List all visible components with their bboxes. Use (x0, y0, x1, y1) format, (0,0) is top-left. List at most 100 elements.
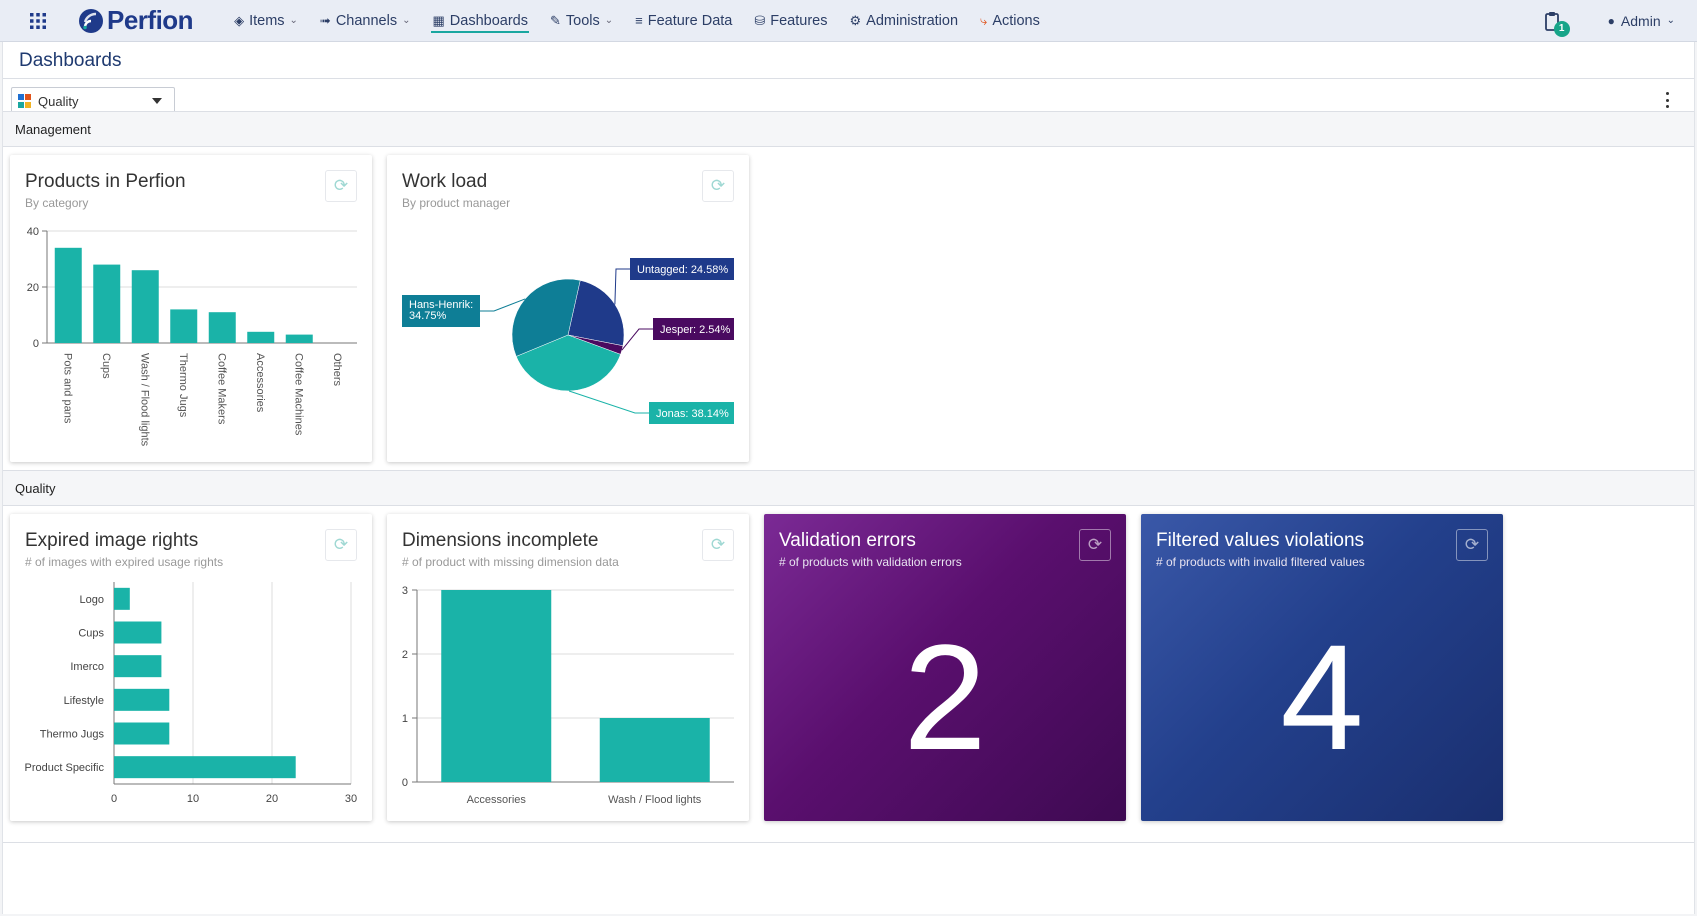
bar (114, 756, 296, 779)
perfion-logo-icon (79, 8, 103, 33)
y-tick-label: 20 (27, 282, 39, 294)
nav-feature-data-label: Feature Data (647, 12, 733, 29)
bar (131, 270, 159, 343)
bar (599, 718, 710, 782)
card-title: Work load (402, 171, 488, 192)
logo-text: Perfion (107, 5, 194, 35)
list-icon: ≡ (635, 13, 643, 28)
card-validation-errors: Validation errors # of products with val… (764, 514, 1126, 821)
chevron-down-icon: ⌄ (289, 15, 298, 26)
user-menu[interactable]: ● Admin ⌄ (1608, 13, 1675, 29)
nav-feature-data[interactable]: ≡ Feature Data (624, 0, 743, 42)
chevron-down-icon: ⌄ (402, 15, 411, 26)
x-tick-label: 30 (345, 793, 357, 805)
card-subtitle: # of images with expired usage rights (25, 555, 224, 569)
wrench-icon: ✎ (549, 12, 561, 28)
kpi-value: 4 (1280, 613, 1364, 781)
x-tick-label: Coffee Machines (292, 353, 304, 436)
bar (114, 587, 130, 610)
refresh-icon: ⟳ (1087, 535, 1103, 554)
data-label: Untagged: 24.58% (637, 264, 728, 276)
nav-channels-label: Channels (335, 12, 398, 29)
data-label: 34.75% (409, 310, 447, 322)
section-management-label: Management (15, 122, 91, 137)
refresh-icon: ⟳ (1464, 535, 1480, 554)
more-options-icon[interactable] (1662, 90, 1672, 110)
nav-actions[interactable]: ⤷ Actions (969, 0, 1051, 42)
bar (170, 309, 198, 343)
y-tick-label: Product Specific (25, 762, 105, 774)
x-tick-label: Wash / Flood lights (608, 794, 702, 806)
nav-administration-label: Administration (866, 12, 959, 29)
y-tick-label: 0 (33, 338, 39, 350)
refresh-button[interactable]: ⟳ (1079, 529, 1111, 561)
chevron-down-icon: ⌄ (604, 15, 614, 26)
nav-features[interactable]: ⛁ Features (743, 0, 838, 42)
refresh-icon: ⟳ (333, 535, 349, 554)
x-tick-label: 10 (187, 793, 199, 805)
card-title: Expired image rights (25, 530, 199, 551)
y-tick-label: Logo (80, 594, 104, 606)
divider (3, 842, 1694, 843)
card-title: Validation errors (779, 530, 916, 551)
refresh-icon: ⟳ (710, 176, 726, 195)
bar (114, 621, 162, 644)
x-tick-label: Others (331, 353, 343, 387)
bar (114, 655, 162, 678)
x-tick-label: Thermo Jugs (177, 353, 189, 418)
caret-down-icon (152, 98, 162, 104)
dashboard-page: Dashboards Quality Management 0 20 40 Pots … (2, 42, 1695, 914)
nav-items[interactable]: ◈ Items ⌄ (223, 0, 309, 42)
y-tick-label: Imerco (70, 661, 104, 673)
bar (114, 688, 170, 711)
bar (285, 334, 313, 343)
actions-icon: ⤷ (980, 12, 988, 28)
refresh-icon: ⟳ (710, 535, 726, 554)
dashboard-select-value: Quality (38, 93, 79, 109)
card-dimensions-incomplete: 0 1 2 3 Accessories Wash / Flood lights Dimen… (387, 514, 749, 821)
notification-badge: 1 (1553, 20, 1570, 37)
nav-dashboards-label: Dashboards (449, 12, 528, 29)
nav-channels[interactable]: ➟ Channels ⌄ (309, 0, 422, 42)
kpi-value: 2 (903, 613, 987, 781)
y-tick-label: 0 (402, 777, 408, 789)
nav-tools[interactable]: ✎ Tools ⌄ (539, 0, 624, 42)
refresh-button[interactable]: ⟳ (325, 529, 357, 561)
bar (208, 312, 236, 343)
nav-dashboards[interactable]: ▦ Dashboards (421, 0, 538, 42)
card-subtitle: # of products with validation errors (779, 555, 962, 569)
user-name: Admin (1620, 12, 1661, 29)
y-tick-label: 40 (27, 226, 39, 238)
dashboard-grid-icon (18, 94, 32, 108)
leader-line (621, 328, 653, 351)
refresh-button[interactable]: ⟳ (325, 170, 357, 202)
card-expired-image-rights: 0 10 20 30 Logo Cups Imerco Lifestyle Thermo Jug… (10, 514, 372, 821)
refresh-button[interactable]: ⟳ (1456, 529, 1488, 561)
x-tick-label: Wash / Flood lights (138, 353, 150, 447)
bar (441, 590, 552, 782)
refresh-icon: ⟳ (333, 176, 349, 195)
channel-icon: ➟ (319, 12, 331, 28)
dashboard-icon: ▦ (432, 12, 445, 28)
x-tick-label: Cups (100, 353, 112, 379)
card-subtitle: By product manager (402, 196, 511, 210)
y-tick-label: Lifestyle (64, 695, 104, 707)
x-tick-label: 20 (266, 793, 278, 805)
database-icon: ⛁ (754, 12, 766, 28)
divider (3, 78, 1694, 79)
notifications-button[interactable]: 1 (1540, 9, 1570, 37)
card-products-in-perfion: 0 20 40 Pots and pans Cups Wash / Flood light… (10, 155, 372, 462)
nav-administration[interactable]: ⚙ Administration (839, 0, 970, 42)
refresh-button[interactable]: ⟳ (702, 170, 734, 202)
nav-items-label: Items (249, 12, 285, 29)
app-launcher-icon[interactable] (20, 0, 56, 42)
nav-features-label: Features (770, 12, 828, 29)
card-title: Products in Perfion (25, 171, 186, 192)
nav-actions-label: Actions (992, 12, 1040, 29)
user-icon: ● (1607, 13, 1615, 28)
perfion-logo[interactable]: Perfion (78, 5, 194, 36)
bar (54, 247, 82, 343)
x-tick-label: 0 (111, 793, 117, 805)
y-tick-label: Thermo Jugs (40, 729, 105, 741)
refresh-button[interactable]: ⟳ (702, 529, 734, 561)
